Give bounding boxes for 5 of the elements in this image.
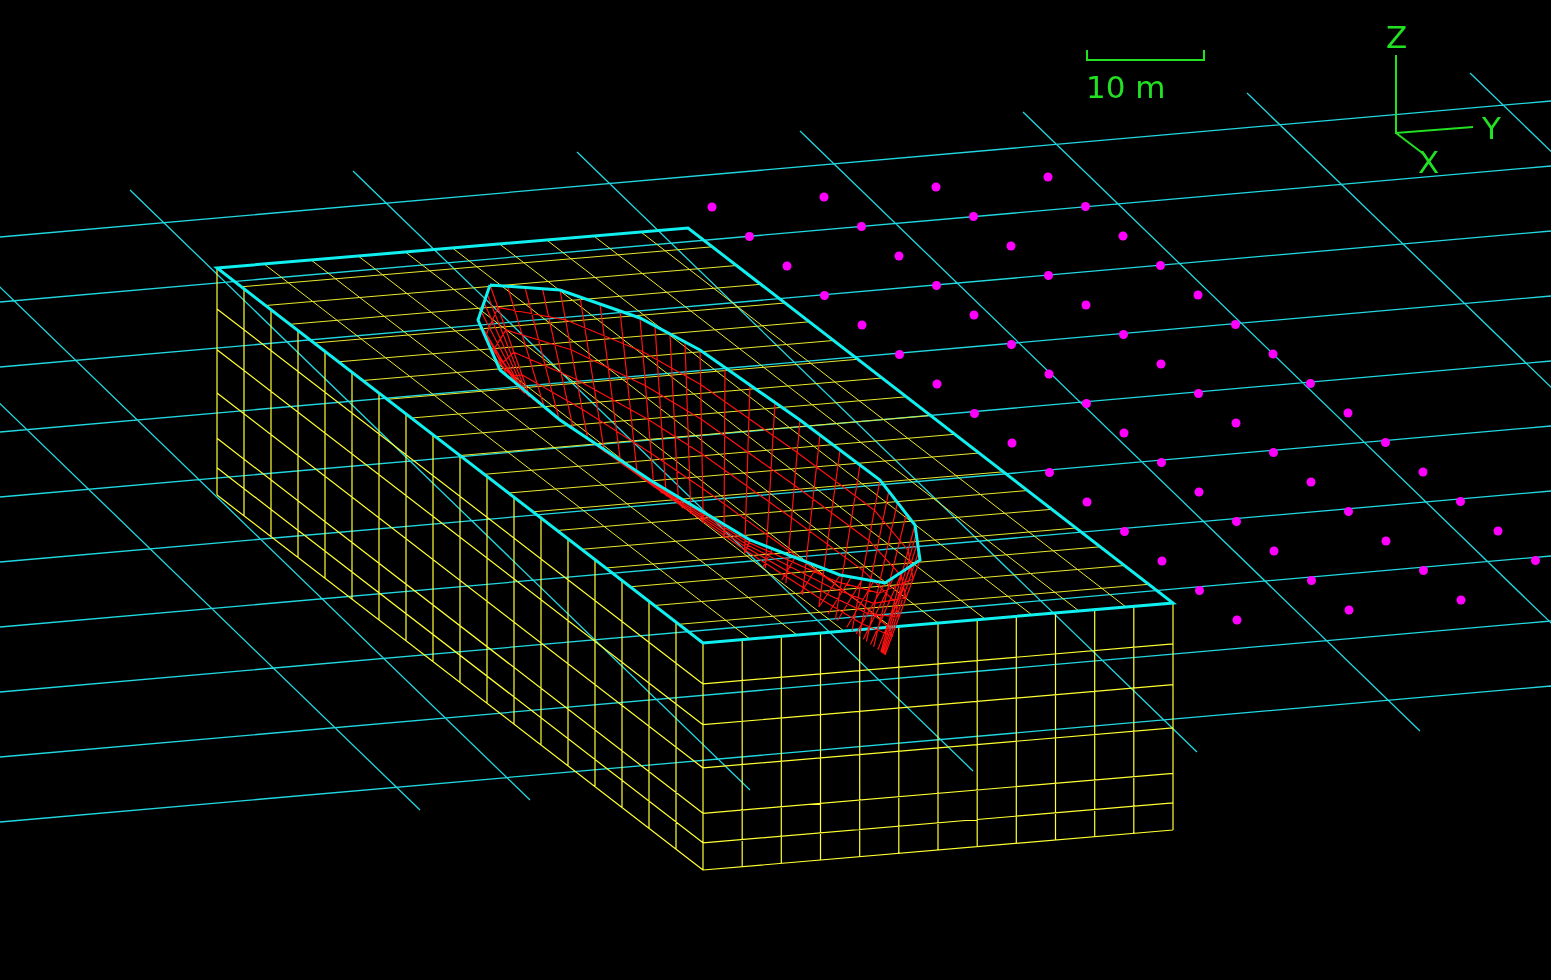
axis-label: Z [1386,19,1408,55]
axis-label: X [1418,144,1440,180]
scale-label: 10 m [1086,69,1166,105]
scale-bar-icon [1086,49,1205,61]
axis-label: Y [1482,110,1501,146]
